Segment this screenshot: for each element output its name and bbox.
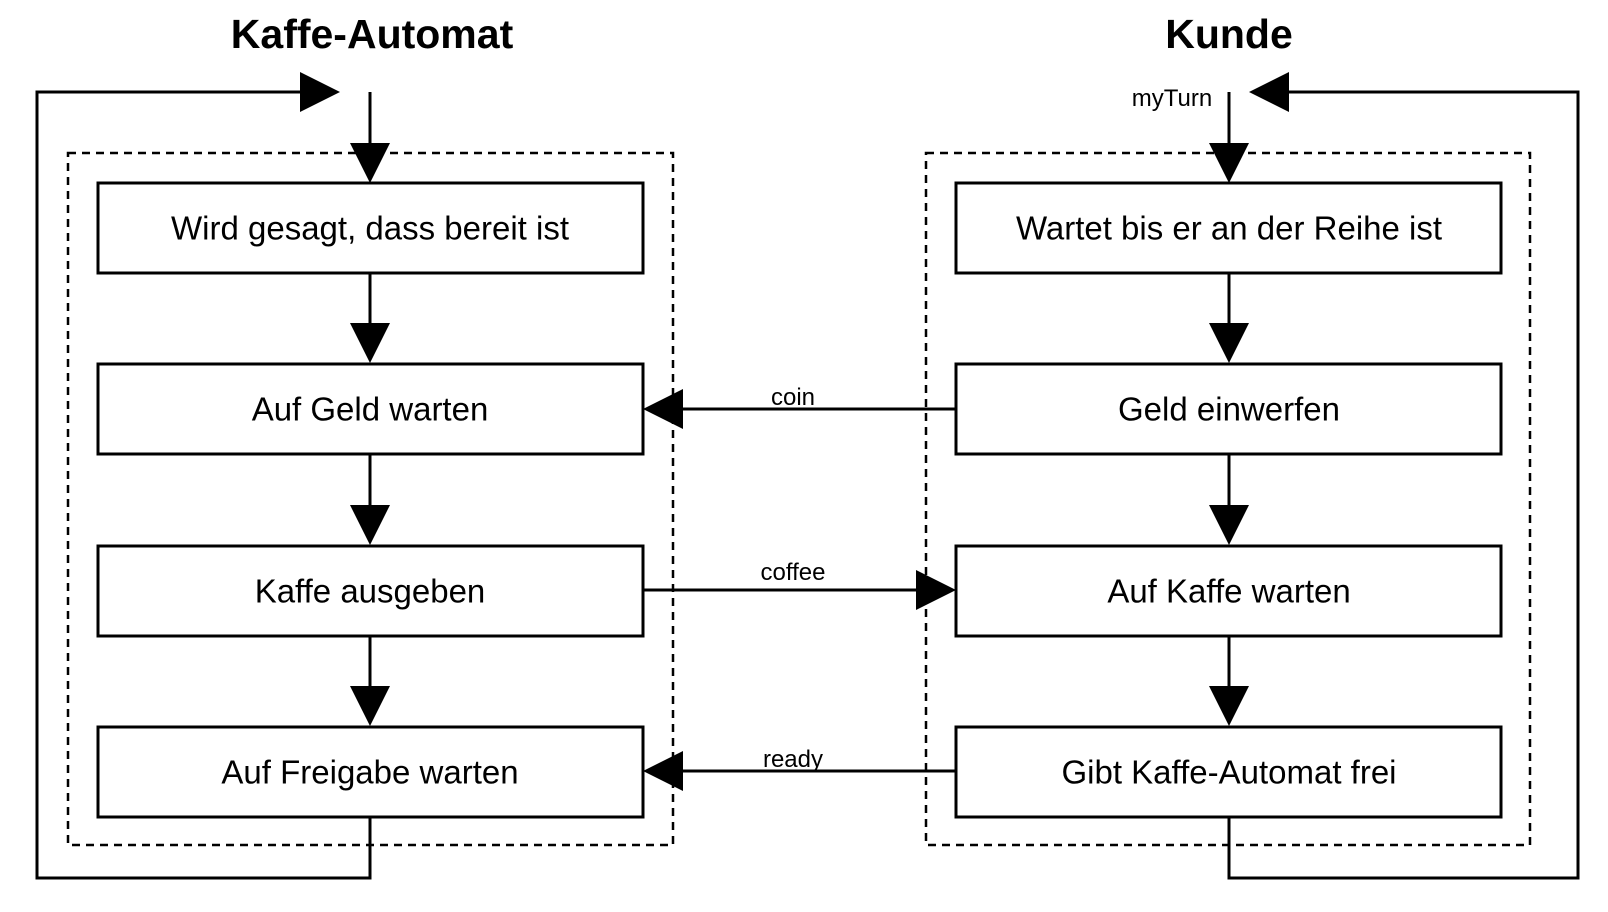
ready-message-label: ready <box>763 746 823 773</box>
coin-message-label: coin <box>771 384 815 411</box>
machine-transition-2-arrowhead <box>350 505 390 545</box>
machine-state-label-1: Wird gesagt, dass bereit ist <box>171 210 569 247</box>
machine-state-label-2: Auf Geld warten <box>252 391 489 428</box>
coffee-message-arrowhead <box>916 570 956 610</box>
machine-state-label-3: Kaffe ausgeben <box>255 573 486 610</box>
customer-entry-arrowhead <box>1209 143 1249 183</box>
machine-transition-3-arrowhead <box>350 686 390 726</box>
machine-title: Kaffe-Automat <box>231 11 514 57</box>
coffee-message-label: coffee <box>761 559 826 586</box>
my-turn-label: myTurn <box>1132 85 1212 112</box>
customer-state-label-4: Gibt Kaffe-Automat frei <box>1061 754 1396 791</box>
customer-transition-3-arrowhead <box>1209 686 1249 726</box>
customer-transition-2-arrowhead <box>1209 505 1249 545</box>
customer-transition-1-arrowhead <box>1209 323 1249 363</box>
customer-loop-arrowhead <box>1249 72 1289 112</box>
customer-state-label-2: Geld einwerfen <box>1118 391 1340 428</box>
customer-state-label-3: Auf Kaffe warten <box>1107 573 1350 610</box>
machine-loop-arrowhead <box>300 72 340 112</box>
machine-entry-arrowhead <box>350 143 390 183</box>
customer-state-label-1: Wartet bis er an der Reihe ist <box>1016 210 1442 247</box>
ready-message-arrowhead <box>643 751 683 791</box>
machine-state-label-4: Auf Freigabe warten <box>221 754 518 791</box>
coffee-machine-diagram: Kaffe-Automat Kunde myTurn coin coffee r… <box>35 11 1580 880</box>
customer-title: Kunde <box>1165 11 1293 57</box>
coin-message-arrowhead <box>643 389 683 429</box>
machine-transition-1-arrowhead <box>350 323 390 363</box>
